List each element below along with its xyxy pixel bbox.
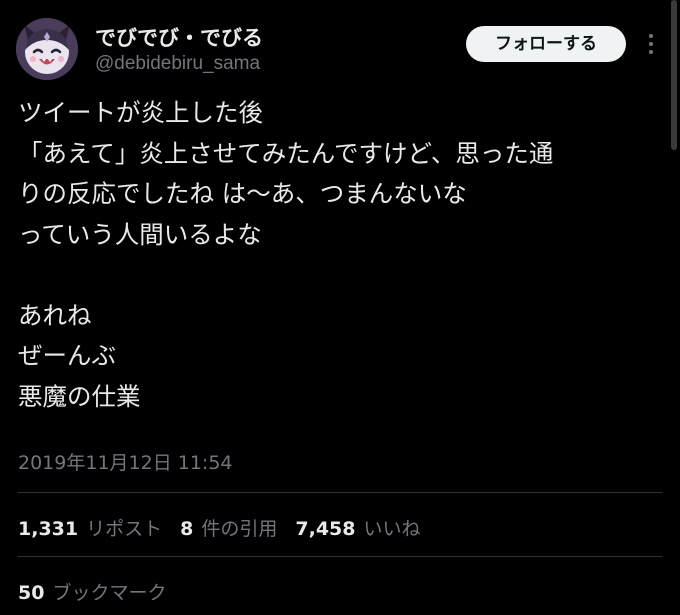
scrollbar-thumb[interactable] bbox=[671, 0, 677, 150]
reposts-label: リポスト bbox=[86, 518, 163, 540]
more-options-icon[interactable] bbox=[641, 30, 661, 60]
more-dot bbox=[649, 42, 653, 46]
quotes-stat[interactable]: 8 件の引用 bbox=[180, 514, 277, 541]
bookmarks-stat[interactable]: 50 ブックマーク bbox=[18, 578, 166, 605]
divider bbox=[18, 492, 662, 493]
follow-button[interactable]: フォローする bbox=[466, 26, 626, 62]
likes-label: いいね bbox=[363, 518, 421, 540]
more-dot bbox=[649, 34, 653, 38]
tweet-timestamp[interactable]: 2019年11月12日 11:54 bbox=[18, 448, 233, 475]
user-handle[interactable]: @debidebiru_sama bbox=[95, 53, 260, 75]
reposts-count: 1,331 bbox=[18, 518, 79, 540]
reposts-stat[interactable]: 1,331 リポスト bbox=[18, 514, 162, 541]
tweet-line: っていう人間いるよな bbox=[18, 219, 262, 249]
bookmarks-label: ブックマーク bbox=[52, 582, 167, 604]
tweet-line: ぜーんぶ bbox=[18, 341, 116, 370]
tweet-line: ツイートが炎上した後 bbox=[18, 98, 263, 127]
bookmarks-count: 50 bbox=[18, 582, 45, 604]
tweet-line: 悪魔の仕業 bbox=[18, 381, 141, 411]
quotes-label: 件の引用 bbox=[201, 518, 278, 540]
devil-avatar-icon bbox=[16, 18, 78, 80]
likes-count: 7,458 bbox=[295, 518, 356, 540]
engagement-stats: 1,331 リポスト 8 件の引用 7,458 いいね bbox=[18, 514, 439, 541]
divider bbox=[18, 556, 662, 557]
avatar[interactable] bbox=[16, 18, 78, 80]
more-dot bbox=[649, 50, 653, 54]
tweet-text: ツイートが炎上した後 「あえて」炎上させてみたんですけど、思った通 りの反応でし… bbox=[18, 93, 658, 417]
tweet-line: りの反応でしたね は〜あ、つまんないな bbox=[18, 179, 467, 208]
quotes-count: 8 bbox=[180, 518, 194, 540]
display-name[interactable]: でびでび・でびる bbox=[95, 22, 263, 52]
tweet-line: あれね bbox=[18, 300, 92, 330]
likes-stat[interactable]: 7,458 いいね bbox=[295, 514, 420, 541]
tweet-line: 「あえて」炎上させてみたんですけど、思った通 bbox=[18, 138, 554, 168]
